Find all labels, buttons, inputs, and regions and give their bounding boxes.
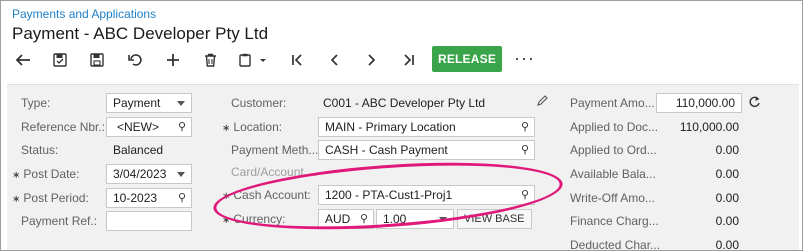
undo-icon[interactable] xyxy=(122,47,148,73)
currency-rate-value: 1.00 xyxy=(383,212,407,226)
reference-nbr-label: Reference Nbr.: xyxy=(21,120,106,134)
finance-charge-label: Finance Charg... xyxy=(570,214,659,228)
payment-ref-input[interactable] xyxy=(106,211,192,231)
status-label: Status: xyxy=(21,143,59,157)
currency-label: ∗ Currency: xyxy=(222,212,286,226)
search-icon[interactable]: ⚲ xyxy=(360,212,368,225)
more-actions-icon[interactable]: ··· xyxy=(514,48,535,69)
applied-to-doc-label: Applied to Doc... xyxy=(570,120,659,134)
card-account-label: Card/Account ... xyxy=(231,165,318,179)
chevron-down-icon xyxy=(439,217,447,222)
reference-nbr-input[interactable]: <NEW> ⚲ xyxy=(106,117,192,137)
last-record-icon[interactable] xyxy=(396,47,422,73)
available-balance-value: 0.00 xyxy=(715,167,739,181)
location-label: ∗ Location: xyxy=(222,120,283,134)
payment-method-input[interactable]: CASH - Cash Payment ⚲ xyxy=(318,140,535,160)
post-date-value: 3/04/2023 xyxy=(113,167,167,181)
copy-paste-icon[interactable] xyxy=(235,47,271,73)
payment-method-label: Payment Meth... xyxy=(231,143,319,157)
applied-to-order-value: 0.00 xyxy=(715,143,739,157)
chevron-down-icon xyxy=(177,101,185,106)
search-icon[interactable]: ⚲ xyxy=(178,120,186,133)
write-off-amount-value: 0.00 xyxy=(715,191,739,205)
customer-value[interactable]: C001 - ABC Developer Pty Ltd xyxy=(323,96,485,110)
payment-method-value: CASH - Cash Payment xyxy=(325,143,448,157)
currency-rate-input[interactable]: 1.00 xyxy=(376,209,454,229)
search-icon[interactable]: ⚲ xyxy=(521,120,529,133)
view-base-button[interactable]: VIEW BASE xyxy=(457,209,532,229)
type-value: Payment xyxy=(113,96,161,110)
delete-icon[interactable] xyxy=(197,47,223,73)
payment-amount-label: Payment Amo... xyxy=(570,96,655,110)
chevron-down-icon xyxy=(177,172,185,177)
location-value: MAIN - Primary Location xyxy=(325,120,456,134)
page-title: Payment - ABC Developer Pty Ltd xyxy=(12,24,269,43)
post-date-label: ∗ Post Date: xyxy=(12,167,80,181)
next-record-icon[interactable] xyxy=(359,47,385,73)
available-balance-label: Available Bala... xyxy=(570,167,656,181)
edit-pencil-icon[interactable] xyxy=(536,94,549,112)
save-close-icon[interactable] xyxy=(47,47,73,73)
previous-record-icon[interactable] xyxy=(321,47,347,73)
refresh-icon[interactable] xyxy=(748,95,761,114)
currency-value: AUD xyxy=(325,212,351,226)
payment-ref-label: Payment Ref.: xyxy=(21,214,98,228)
cash-account-label: ∗ Cash Account: xyxy=(222,188,311,202)
first-record-icon[interactable] xyxy=(284,47,310,73)
add-icon[interactable] xyxy=(160,47,186,73)
cash-account-input[interactable]: 1200 - PTA-Cust1-Proj1 ⚲ xyxy=(318,185,535,205)
back-icon[interactable] xyxy=(10,47,36,73)
search-icon[interactable]: ⚲ xyxy=(178,191,186,204)
status-value: Balanced xyxy=(113,143,164,157)
location-input[interactable]: MAIN - Primary Location ⚲ xyxy=(318,117,535,137)
deducted-charge-value: 0.00 xyxy=(715,238,739,251)
finance-charge-value: 0.00 xyxy=(715,214,739,228)
currency-input[interactable]: AUD ⚲ xyxy=(318,209,374,229)
post-period-input[interactable]: 10-2023 ⚲ xyxy=(106,188,192,208)
payment-form: Type: Payment Reference Nbr.: <NEW> ⚲ St… xyxy=(7,84,799,251)
save-icon[interactable] xyxy=(84,47,110,73)
cash-account-value: 1200 - PTA-Cust1-Proj1 xyxy=(325,188,453,202)
toolbar xyxy=(1,47,802,73)
post-period-value: 10-2023 xyxy=(113,191,158,205)
reference-nbr-value: <NEW> xyxy=(117,120,160,134)
breadcrumb[interactable]: Payments and Applications xyxy=(12,7,156,21)
search-icon[interactable]: ⚲ xyxy=(521,143,529,156)
search-icon[interactable]: ⚲ xyxy=(521,188,529,201)
window: Payments and Applications Payment - ABC … xyxy=(0,0,803,251)
type-label: Type: xyxy=(21,96,51,110)
applied-to-doc-value: 110,000.00 xyxy=(679,120,739,134)
type-select[interactable]: Payment xyxy=(106,93,192,113)
customer-label: Customer: xyxy=(231,96,287,110)
write-off-amount-label: Write-Off Amo... xyxy=(570,191,655,205)
post-date-input[interactable]: 3/04/2023 xyxy=(106,164,192,184)
release-button[interactable]: RELEASE xyxy=(432,46,502,72)
payment-amount-input[interactable]: 110,000.00 xyxy=(656,93,742,113)
applied-to-order-label: Applied to Ord... xyxy=(570,143,657,157)
post-period-label: ∗ Post Period: xyxy=(12,191,89,205)
